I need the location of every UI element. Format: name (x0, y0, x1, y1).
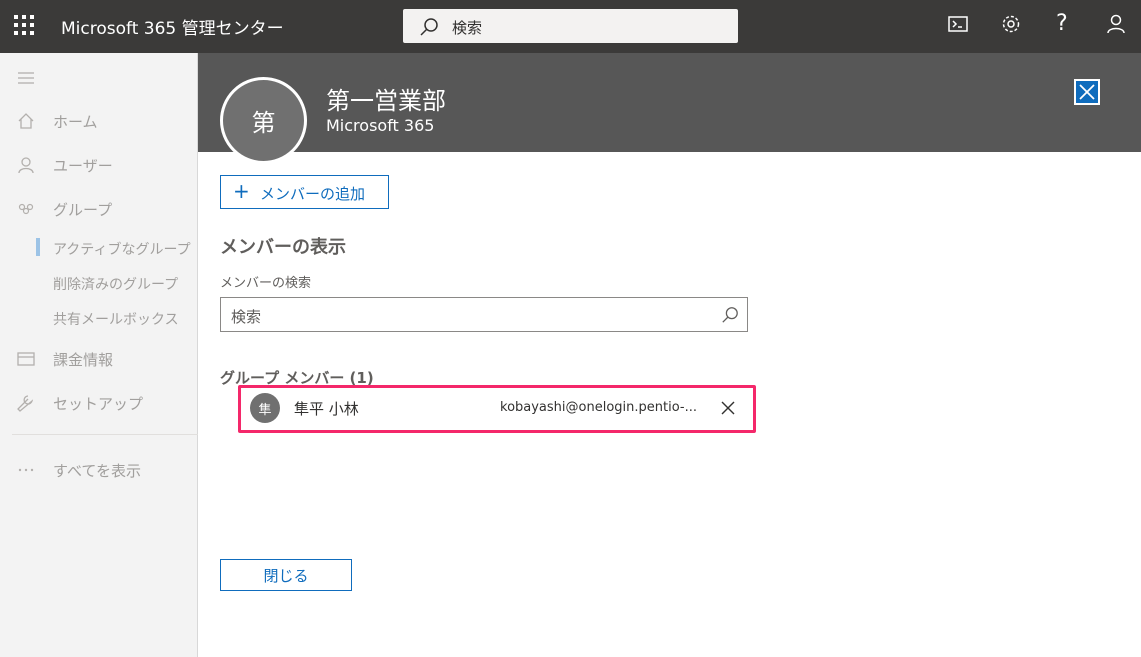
group-type: Microsoft 365 (326, 116, 435, 135)
member-search-placeholder: 検索 (231, 308, 262, 326)
nav-subitem-active-groups[interactable]: アクティブなグループ (53, 239, 198, 259)
panel-header: 第一営業部 Microsoft 365 (198, 53, 1141, 152)
member-search-input[interactable]: 検索 (220, 297, 748, 332)
plus-icon: + (233, 179, 250, 203)
close-icon (1079, 84, 1095, 100)
top-bar: Microsoft 365 管理センター 検索 ? (0, 0, 1141, 53)
nav-item-label: 課金情報 (53, 351, 114, 369)
more-icon (18, 468, 34, 472)
nav-item-groups[interactable]: グループ (0, 193, 198, 223)
member-name: 隼平 小林 (294, 400, 359, 418)
group-detail-panel: 第一営業部 Microsoft 365 第 + メンバーの追加 メンバーの表示 … (198, 53, 1141, 657)
person-icon (18, 157, 34, 174)
global-search-input[interactable]: 検索 (403, 9, 738, 43)
section-title: メンバーの表示 (220, 237, 346, 258)
wrench-icon (17, 395, 34, 412)
hamburger-icon (18, 72, 34, 84)
nav-divider (12, 434, 198, 435)
nav-subitem-deleted-groups[interactable]: 削除済みのグループ (53, 274, 198, 294)
group-icon (18, 203, 34, 215)
nav-item-home[interactable]: ホーム (0, 105, 198, 135)
user-icon[interactable] (1104, 12, 1132, 40)
home-icon (18, 113, 34, 129)
search-icon (722, 307, 738, 323)
nav-item-users[interactable]: ユーザー (0, 149, 198, 179)
close-panel-button[interactable] (1074, 79, 1100, 105)
help-icon[interactable]: ? (1056, 11, 1068, 36)
add-member-button[interactable]: + メンバーの追加 (220, 175, 389, 209)
billing-icon (17, 352, 35, 366)
waffle-icon[interactable] (14, 15, 36, 37)
search-icon (420, 18, 438, 36)
nav-item-label: ユーザー (53, 157, 113, 175)
nav-item-label: すべてを表示 (53, 462, 142, 480)
remove-member-icon[interactable] (720, 400, 736, 416)
gear-icon[interactable] (999, 12, 1027, 40)
nav-item-label: セットアップ (53, 395, 144, 413)
nav-item-setup[interactable]: セットアップ (0, 387, 198, 417)
active-indicator (36, 238, 40, 256)
nav-subitem-shared-mailboxes[interactable]: 共有メールボックス (53, 309, 198, 329)
app-title[interactable]: Microsoft 365 管理センター (61, 14, 284, 39)
nav-item-label: ホーム (53, 113, 98, 131)
member-email: kobayashi@onelogin.pentio-... (500, 400, 697, 415)
member-search-label: メンバーの検索 (220, 276, 312, 291)
add-member-label: メンバーの追加 (260, 185, 366, 203)
avatar: 隼 (250, 393, 280, 423)
left-nav: ホーム ユーザー グループ アクティブなグループ 削除済みのグループ 共有メール… (0, 53, 198, 657)
close-button[interactable]: 閉じる (220, 559, 352, 591)
terminal-icon[interactable] (946, 12, 974, 40)
group-avatar: 第 (220, 77, 307, 164)
nav-item-billing[interactable]: 課金情報 (0, 343, 198, 373)
list-item[interactable]: 隼 隼平 小林 kobayashi@onelogin.pentio-... (246, 391, 750, 425)
group-name: 第一営業部 (326, 87, 446, 115)
nav-collapse-button[interactable] (0, 62, 198, 92)
nav-item-label: グループ (53, 201, 113, 219)
global-search-placeholder: 検索 (452, 19, 483, 37)
nav-item-show-all[interactable]: すべてを表示 (0, 454, 198, 484)
